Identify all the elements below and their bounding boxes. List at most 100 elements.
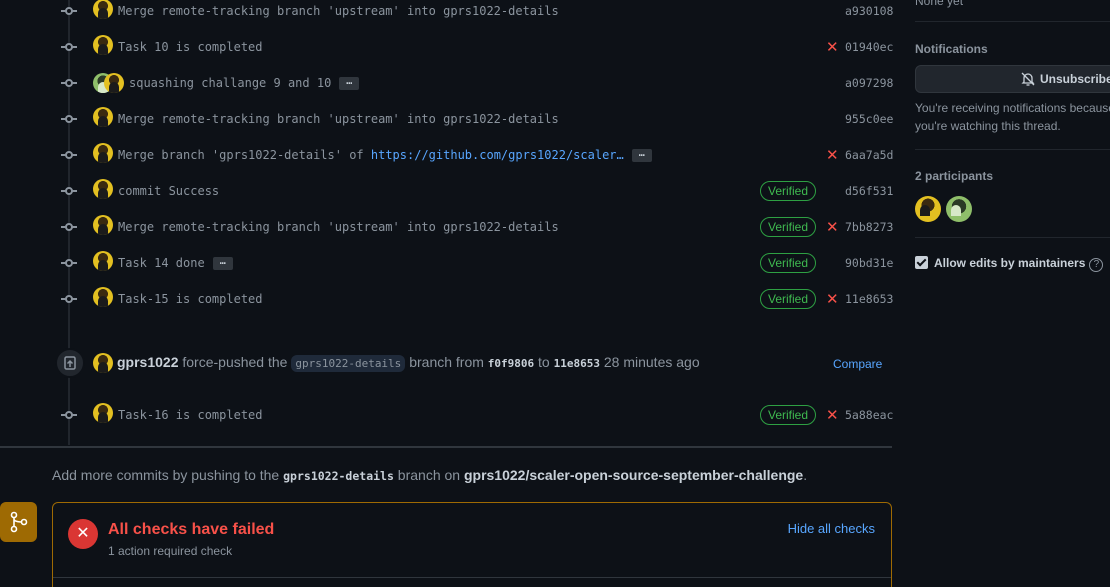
event-time[interactable]: 28 minutes ago <box>604 354 700 370</box>
timeline-divider <box>0 446 892 448</box>
commit-message-text[interactable]: Task-15 is completed <box>118 292 263 306</box>
allow-edits-row[interactable]: Allow edits by maintainers? <box>915 256 1104 272</box>
avatar[interactable] <box>93 287 113 307</box>
commit-message-text[interactable]: Merge remote-tracking branch 'upstream' … <box>118 220 559 234</box>
sidebar-top-text: None yet <box>915 0 964 8</box>
checks-subtitle: 1 action required check <box>108 544 233 558</box>
check-failed-icon[interactable]: ✕ <box>826 38 839 56</box>
checks-title: All checks have failed <box>108 521 275 538</box>
commit-sha[interactable]: 01940ec <box>845 40 893 54</box>
verified-badge[interactable]: Verified <box>760 405 817 425</box>
from-text: branch from <box>409 354 484 370</box>
notifications-heading: Notifications <box>915 42 988 56</box>
commit-sha[interactable]: 6aa7a5d <box>845 148 893 162</box>
commit-message-text[interactable]: Merge remote-tracking branch 'upstream' … <box>118 4 559 18</box>
check-failed-icon[interactable]: ✕ <box>826 290 839 308</box>
commit-sha[interactable]: a930108 <box>845 4 893 18</box>
commit-message-text[interactable]: Task-16 is completed <box>118 408 263 422</box>
avatar[interactable] <box>93 353 113 373</box>
notification-reason: You're receiving notifications because y… <box>915 101 1110 133</box>
commit-message-text[interactable]: commit Success <box>118 184 219 198</box>
commit-message-link[interactable]: https://github.com/gprs1022/scaler… <box>371 148 624 162</box>
sidebar-divider <box>915 237 1110 238</box>
expand-message-button[interactable]: … <box>339 77 360 90</box>
avatar[interactable] <box>93 35 113 55</box>
commit-message[interactable]: commit Success <box>118 184 219 198</box>
from-sha[interactable]: f0f9806 <box>488 357 534 370</box>
avatar[interactable] <box>93 107 113 127</box>
commit-node-icon <box>61 147 77 163</box>
commit-sha[interactable]: a097298 <box>845 76 893 90</box>
commit-message[interactable]: Task 10 is completed <box>118 40 263 54</box>
verified-badge[interactable]: Verified <box>760 217 817 237</box>
commit-message[interactable]: Merge branch 'gprs1022-details' of https… <box>118 148 652 162</box>
unsubscribe-label: Unsubscribe <box>1040 72 1110 86</box>
avatar[interactable] <box>93 0 113 19</box>
commit-sha[interactable]: 5a88eac <box>845 408 893 422</box>
to-sha[interactable]: 11e8653 <box>554 357 600 370</box>
force-push-text: gprs1022 force-pushed the gprs1022-detai… <box>117 354 700 372</box>
force-push-icon <box>55 348 85 378</box>
force-push-event: gprs1022 force-pushed the gprs1022-detai… <box>0 344 892 382</box>
avatar[interactable] <box>93 251 113 271</box>
add-more-suffix: . <box>803 467 808 483</box>
commit-node-icon <box>61 219 77 235</box>
commit-message-text[interactable]: Merge branch 'gprs1022-details' of <box>118 148 371 162</box>
participants-heading: 2 participants <box>915 169 994 183</box>
avatar[interactable] <box>93 215 113 235</box>
force-push-action: force-pushed the <box>182 354 288 370</box>
commit-node-icon <box>61 255 77 271</box>
commit-message[interactable]: Task 14 done … <box>118 256 233 270</box>
commit-node-icon <box>61 39 77 55</box>
compare-link[interactable]: Compare <box>833 357 882 371</box>
sidebar: None yet Notifications Unsubscribe You'r… <box>915 0 1110 587</box>
commit-row: Task-16 is completed Verified ✕ 5a88eac <box>0 397 893 433</box>
participant-avatar[interactable] <box>946 196 972 222</box>
branch-chip[interactable]: gprs1022-details <box>291 355 406 372</box>
commit-message[interactable]: squashing challange 9 and 10 … <box>129 76 360 90</box>
avatar[interactable] <box>93 403 113 423</box>
check-failed-icon[interactable]: ✕ <box>826 146 839 164</box>
expand-message-button[interactable]: … <box>631 149 652 162</box>
expand-message-button[interactable]: … <box>212 257 233 270</box>
check-failed-icon[interactable]: ✕ <box>826 406 839 424</box>
question-icon[interactable]: ? <box>1089 258 1104 272</box>
add-more-branch: gprs1022-details <box>283 469 394 483</box>
commit-row: Merge remote-tracking branch 'upstream' … <box>0 209 893 245</box>
avatar[interactable] <box>93 143 113 163</box>
commit-message[interactable]: Merge remote-tracking branch 'upstream' … <box>118 220 559 234</box>
commit-sha[interactable]: 11e8653 <box>845 292 893 306</box>
avatar[interactable] <box>104 73 124 93</box>
commit-sha[interactable]: 955c0ee <box>845 112 893 126</box>
check-failed-icon[interactable]: ✕ <box>826 218 839 236</box>
commit-message-text[interactable]: Task 14 done <box>118 256 205 270</box>
verified-badge[interactable]: Verified <box>760 289 817 309</box>
commit-row: squashing challange 9 and 10 … a097298 <box>0 65 893 101</box>
to-text: to <box>538 354 550 370</box>
avatar[interactable] <box>93 179 113 199</box>
repo-link[interactable]: gprs1022/scaler-open-source-september-ch… <box>464 467 803 483</box>
commit-message[interactable]: Task-16 is completed <box>118 408 263 422</box>
commit-message-text[interactable]: Task 10 is completed <box>118 40 263 54</box>
commit-message[interactable]: Merge remote-tracking branch 'upstream' … <box>118 4 559 18</box>
commit-message[interactable]: Task-15 is completed <box>118 292 263 306</box>
commit-node-icon <box>61 111 77 127</box>
commit-node-icon <box>61 291 77 307</box>
commit-message[interactable]: Merge remote-tracking branch 'upstream' … <box>118 112 559 126</box>
commit-sha[interactable]: 90bd31e <box>845 256 893 270</box>
commit-row: Merge remote-tracking branch 'upstream' … <box>0 0 893 29</box>
hide-all-checks-link[interactable]: Hide all checks <box>788 521 875 536</box>
participant-avatar[interactable] <box>915 196 941 222</box>
allow-edits-checkbox[interactable] <box>915 256 928 269</box>
commit-sha[interactable]: 7bb8273 <box>845 220 893 234</box>
commit-row: Task-15 is completed Verified ✕ 11e8653 <box>0 281 893 317</box>
commit-row: Merge remote-tracking branch 'upstream' … <box>0 101 893 137</box>
commit-message-text[interactable]: Merge remote-tracking branch 'upstream' … <box>118 112 559 126</box>
unsubscribe-button[interactable]: Unsubscribe <box>915 65 1110 93</box>
verified-badge[interactable]: Verified <box>760 253 817 273</box>
commit-sha[interactable]: d56f531 <box>845 184 893 198</box>
force-push-user[interactable]: gprs1022 <box>117 354 178 370</box>
sidebar-divider <box>915 149 1110 150</box>
verified-badge[interactable]: Verified <box>760 181 817 201</box>
commit-message-text[interactable]: squashing challange 9 and 10 <box>129 76 331 90</box>
